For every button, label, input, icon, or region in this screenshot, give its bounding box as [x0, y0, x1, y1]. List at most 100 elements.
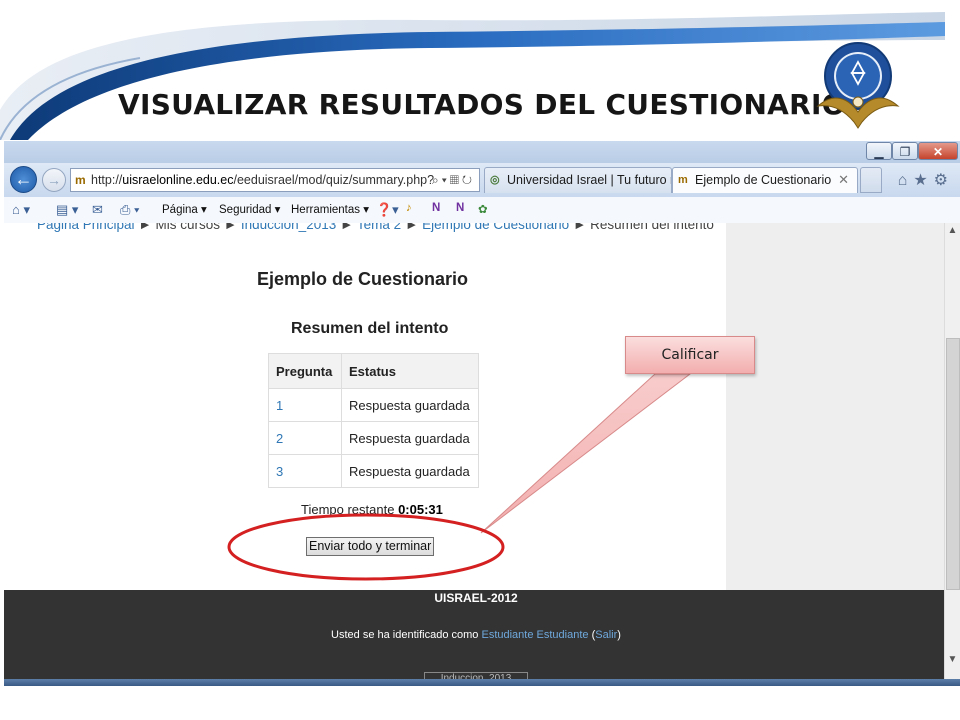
address-tools: ⌕▾▦↻ [432, 169, 475, 191]
maximize-icon: ❐ [899, 145, 911, 159]
url-prefix: http:// [91, 173, 123, 187]
help-icon[interactable]: ❓▾ [376, 202, 399, 218]
globe-icon: ◎ [490, 174, 500, 186]
minimize-icon: ▁ [874, 145, 884, 159]
breadcrumb-separator: ► [404, 223, 419, 232]
submit-all-button[interactable]: Enviar todo y terminar [306, 537, 435, 556]
quiz-title: Ejemplo de Cuestionario [257, 269, 469, 289]
addon-icon[interactable]: ♪ [406, 202, 412, 214]
user-profile-link[interactable]: Estudiante Estudiante [481, 629, 588, 641]
slide-header: VISUALIZAR RESULTADOS DEL CUESTIONARIO [0, 0, 960, 140]
browser-navbar: ← → m http://uisraelonline.edu.ec/eeduisr… [4, 163, 960, 197]
dropdown-icon[interactable]: ▾ [442, 173, 450, 187]
feeds-icon[interactable]: ▤ ▾ [56, 202, 78, 218]
new-tab-button[interactable] [860, 167, 882, 193]
forward-button[interactable]: → [42, 168, 66, 192]
back-button[interactable]: ← [10, 166, 37, 193]
right-column [726, 223, 944, 590]
back-arrow-icon: ← [14, 169, 33, 189]
university-seal-icon [816, 42, 900, 129]
menu-pagina[interactable]: Página ▾ [162, 202, 207, 216]
slide-title: VISUALIZAR RESULTADOS DEL CUESTIONARIO [118, 88, 846, 121]
time-left-label: Tiempo restante [301, 502, 395, 517]
url-host: uisraelonline.edu.ec [122, 173, 234, 187]
maximize-button[interactable]: ❐ [892, 142, 918, 160]
tab-universidad-israel[interactable]: ◎ Universidad Israel | Tu futuro n... [484, 167, 672, 193]
breadcrumb-separator: ► [572, 223, 587, 232]
breadcrumb-separator: ► [138, 223, 152, 232]
menu-herramientas-label: Herramientas [291, 204, 361, 216]
question-link[interactable]: 2 [268, 421, 342, 455]
menu-seguridad[interactable]: Seguridad ▾ [219, 202, 280, 216]
scroll-thumb[interactable] [946, 338, 960, 590]
compatibility-icon[interactable]: ▦ [450, 173, 462, 187]
logout-link[interactable]: Salir [595, 629, 617, 641]
address-url: http://uisraelonline.edu.ec/eeduisrael/m… [91, 169, 434, 191]
breadcrumb-separator: ► [223, 223, 238, 232]
table-row: 1 Respuesta guardada [268, 388, 479, 422]
breadcrumb-course[interactable]: Induccion_2013 [241, 223, 336, 232]
print-icon[interactable]: ⎙ ▾ [120, 202, 139, 218]
question-status: Respuesta guardada [341, 454, 479, 488]
breadcrumb: Página Principal ► Mis cursos ► Induccio… [37, 223, 714, 232]
window-titlebar: ▁ ❐ ✕ [4, 141, 960, 163]
question-link[interactable]: 1 [268, 388, 342, 422]
attempt-summary-table: Pregunta Estatus 1 Respuesta guardada 2 … [268, 353, 479, 488]
tab-close-icon[interactable]: ✕ [838, 168, 849, 192]
browser-screenshot: ▁ ❐ ✕ ← → m http://uisraelonline.edu.ec/e… [4, 141, 960, 686]
moodle-favicon-icon: m [75, 173, 86, 187]
tab-label: Ejemplo de Cuestionario [695, 173, 832, 187]
question-status: Respuesta guardada [341, 421, 479, 455]
column-header-estatus: Estatus [341, 353, 479, 389]
breadcrumb-quiz[interactable]: Ejemplo de Cuestionario [422, 223, 569, 232]
command-bar: ⌂ ▾ ▤ ▾ ✉ ⎙ ▾ Página ▾ Seguridad ▾ Herra… [4, 197, 960, 224]
tab-label: Universidad Israel | Tu futuro n... [507, 173, 672, 187]
login-info: Usted se ha identificado como Estudiante… [331, 629, 621, 641]
address-bar[interactable]: m http://uisraelonline.edu.ec/eeduisrael/… [70, 168, 480, 192]
question-status: Respuesta guardada [341, 388, 479, 422]
refresh-icon[interactable]: ↻ [462, 173, 475, 187]
login-prefix: Usted se ha identificado como [331, 629, 479, 641]
onenote-linked-icon[interactable]: N [456, 202, 464, 214]
nav-right-icons: ⌂★⚙ [898, 170, 954, 190]
question-link[interactable]: 3 [268, 454, 342, 488]
callout-calificar: Calificar [625, 336, 755, 374]
column-header-pregunta: Pregunta [268, 353, 342, 389]
home-cmd-icon[interactable]: ⌂ ▾ [12, 202, 30, 218]
time-left-value: 0:05:31 [398, 502, 443, 517]
favorites-star-icon[interactable]: ★ [913, 172, 933, 189]
home-icon[interactable]: ⌂ [898, 172, 914, 189]
table-row: 3 Respuesta guardada [268, 454, 479, 488]
search-icon[interactable]: ⌕ [432, 173, 442, 187]
settings-gear-icon[interactable]: ⚙ [934, 172, 954, 189]
tab-ejemplo-cuestionario[interactable]: m Ejemplo de Cuestionario ✕ [672, 167, 858, 193]
breadcrumb-topic[interactable]: Tema 2 [357, 223, 401, 232]
menu-herramientas[interactable]: Herramientas ▾ [291, 202, 369, 216]
onenote-icon[interactable]: N [432, 202, 440, 214]
moodle-icon: m [678, 174, 688, 186]
breadcrumb-home[interactable]: Página Principal [37, 223, 135, 232]
menu-seguridad-label: Seguridad [219, 204, 272, 216]
footer-title: UISRAEL-2012 [434, 591, 518, 605]
url-path: /eeduisrael/mod/quiz/summary.php? [233, 173, 435, 187]
table-row: 2 Respuesta guardada [268, 421, 479, 455]
extension-icon[interactable]: ✿ [478, 202, 488, 216]
table-header-row: Pregunta Estatus [268, 353, 479, 389]
windows-taskbar [4, 679, 960, 686]
page-footer: UISRAEL-2012 Usted se ha identificado co… [4, 590, 944, 686]
university-logo [812, 40, 904, 132]
vertical-scrollbar[interactable]: ▲ ▼ [944, 223, 960, 686]
close-icon: ✕ [932, 145, 944, 159]
breadcrumb-courses: Mis cursos [155, 223, 220, 232]
forward-arrow-icon: → [47, 172, 61, 188]
minimize-button[interactable]: ▁ [866, 142, 892, 160]
mail-icon[interactable]: ✉ [92, 202, 103, 218]
scroll-up-icon[interactable]: ▲ [945, 223, 960, 239]
breadcrumb-current: Resumen del intento [590, 223, 714, 232]
menu-pagina-label: Página [162, 204, 198, 216]
page-viewport: Página Principal ► Mis cursos ► Induccio… [4, 223, 944, 686]
scroll-down-icon[interactable]: ▼ [945, 652, 960, 668]
close-window-button[interactable]: ✕ [918, 142, 958, 160]
time-left: Tiempo restante 0:05:31 [301, 502, 443, 517]
attempt-summary-title: Resumen del intento [291, 320, 449, 337]
